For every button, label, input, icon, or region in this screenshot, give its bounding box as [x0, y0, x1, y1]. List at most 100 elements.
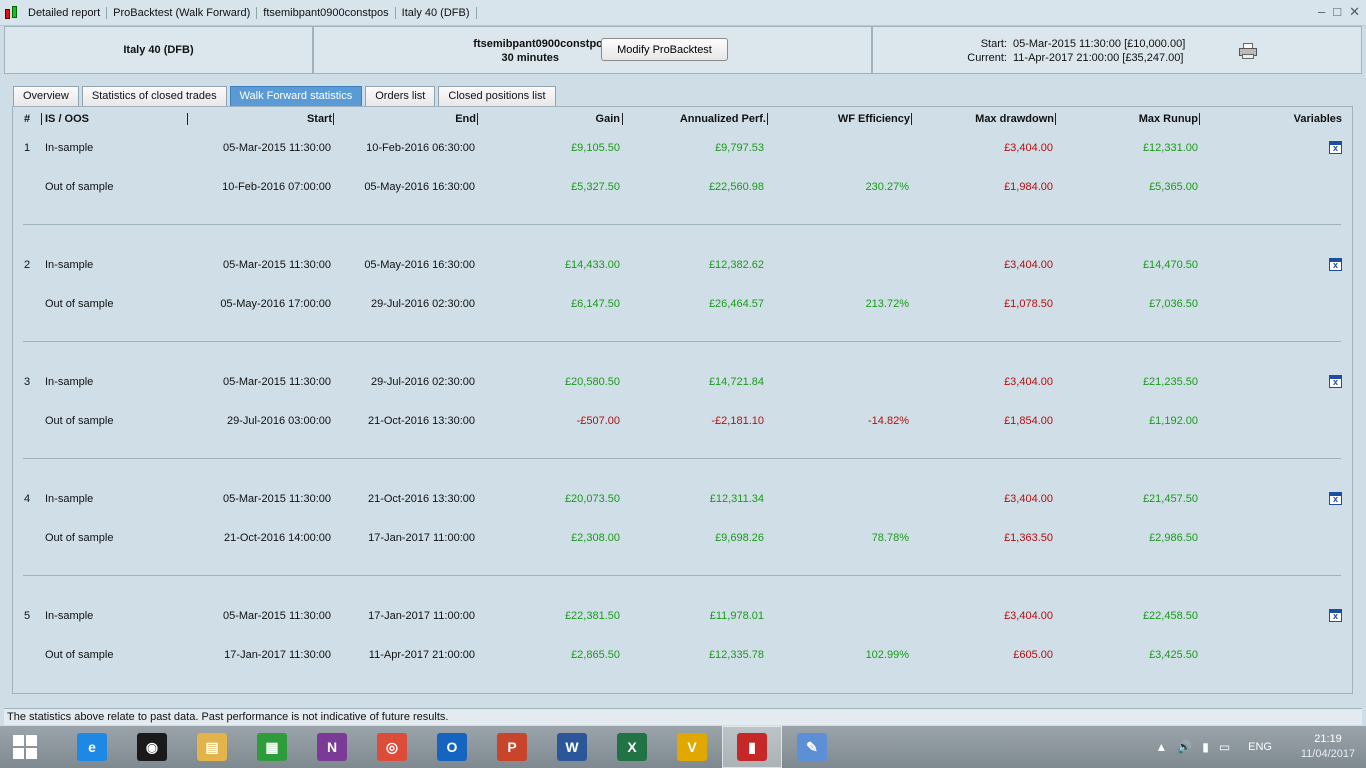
strategy-name: ftsemibpant0900constpos: [473, 38, 609, 50]
file-explorer-icon: ▤: [197, 733, 227, 761]
export-variables-icon[interactable]: [1329, 258, 1342, 271]
row-max-runup: £21,457.50: [1142, 493, 1198, 505]
col-separator[interactable]: [477, 113, 478, 125]
row-gain: £22,381.50: [564, 610, 620, 622]
tab-orders-list[interactable]: Orders list: [365, 86, 436, 106]
row-annualized: £9,698.26: [715, 532, 764, 544]
row-max-drawdown: £3,404.00: [1004, 142, 1053, 154]
row-gain: £2,865.50: [571, 649, 620, 661]
export-variables-icon[interactable]: [1329, 375, 1342, 388]
row-max-runup: £22,458.50: [1142, 610, 1198, 622]
export-variables-icon[interactable]: [1329, 609, 1342, 622]
row-end: 29-Jul-2016 02:30:00: [371, 376, 475, 388]
export-variables-icon[interactable]: [1329, 141, 1342, 154]
row-wf-efficiency: 102.99%: [865, 649, 909, 661]
title-bar: Detailed report ProBacktest (Walk Forwar…: [0, 0, 1366, 26]
onenote-icon: N: [317, 733, 347, 761]
taskbar-app-button[interactable]: W: [542, 726, 602, 768]
taskbar-app-button[interactable]: V: [662, 726, 722, 768]
row-start: 05-Mar-2015 11:30:00: [222, 376, 331, 388]
taskbar-app-button[interactable]: ◎: [362, 726, 422, 768]
group-divider: [23, 341, 1341, 342]
row-max-drawdown: £605.00: [1013, 649, 1053, 661]
prorealtime-v-icon: V: [677, 733, 707, 761]
col-separator[interactable]: [1055, 113, 1056, 125]
row-max-drawdown: £1,984.00: [1004, 181, 1053, 193]
row-type: Out of sample: [45, 649, 114, 661]
tab-closed-positions-list[interactable]: Closed positions list: [438, 86, 556, 106]
col-separator[interactable]: [187, 113, 188, 125]
row-type: In-sample: [45, 142, 94, 154]
col-separator[interactable]: [41, 113, 42, 125]
row-type: Out of sample: [45, 415, 114, 427]
prorealtime-chart-icon: ▮: [737, 733, 767, 761]
row-annualized: £9,797.53: [715, 142, 764, 154]
walk-forward-table: # IS / OOS Start End Gain Annualized Per…: [12, 106, 1353, 694]
row-type: In-sample: [45, 610, 94, 622]
col-separator[interactable]: [767, 113, 768, 125]
row-gain: £20,073.50: [564, 493, 620, 505]
row-annualized: £11,978.01: [709, 610, 764, 622]
row-max-drawdown: £3,404.00: [1004, 610, 1053, 622]
print-icon[interactable]: [1239, 43, 1257, 59]
minimize-button[interactable]: –: [1318, 4, 1325, 20]
taskbar-app-button[interactable]: P: [482, 726, 542, 768]
row-start: 05-Mar-2015 11:30:00: [222, 610, 331, 622]
col-separator[interactable]: [333, 113, 334, 125]
tab-statistics-closed-trades[interactable]: Statistics of closed trades: [81, 86, 227, 106]
taskbar-app-button[interactable]: ▮: [722, 726, 782, 768]
show-hidden-icons-icon[interactable]: ▲: [1155, 740, 1167, 754]
battery-icon[interactable]: ▭: [1219, 740, 1230, 754]
col-separator[interactable]: [1199, 113, 1200, 125]
instrument-box: Italy 40 (DFB): [4, 26, 313, 74]
taskbar-apps: e ◉ ▤ ▦ N ◎ O P W X V ▮ ✎: [62, 726, 842, 768]
store-icon: ▦: [257, 733, 287, 761]
row-max-runup: £14,470.50: [1142, 259, 1198, 271]
clock[interactable]: 21:19 11/04/2017: [1298, 732, 1358, 762]
row-type: In-sample: [45, 493, 94, 505]
row-number: 4: [24, 493, 31, 505]
input-language[interactable]: ENG: [1248, 741, 1272, 753]
taskbar-app-button[interactable]: ▦: [242, 726, 302, 768]
taskbar-app-button[interactable]: ✎: [782, 726, 842, 768]
taskbar-app-button[interactable]: N: [302, 726, 362, 768]
row-type: In-sample: [45, 376, 94, 388]
tab-overview[interactable]: Overview: [13, 86, 79, 106]
taskbar-app-button[interactable]: e: [62, 726, 122, 768]
row-annualized: £12,311.34: [709, 493, 764, 505]
report-tabs: Overview Statistics of closed trades Wal…: [13, 86, 559, 106]
row-max-runup: £12,331.00: [1142, 142, 1198, 154]
close-button[interactable]: ✕: [1349, 4, 1360, 20]
row-max-runup: £1,192.00: [1149, 415, 1198, 427]
disclaimer-bar: The statistics above relate to past data…: [4, 708, 1362, 725]
taskbar-app-button[interactable]: O: [422, 726, 482, 768]
network-icon[interactable]: ▮: [1202, 740, 1209, 754]
col-header-variables: Variables: [1293, 113, 1342, 125]
row-type: In-sample: [45, 259, 94, 271]
taskbar-app-button[interactable]: ◉: [122, 726, 182, 768]
col-header-type: IS / OOS: [45, 113, 90, 125]
row-gain: £14,433.00: [564, 259, 620, 271]
row-max-runup: £2,986.50: [1149, 532, 1198, 544]
modify-probacktest-button[interactable]: Modify ProBacktest: [601, 38, 728, 61]
col-header-wf-efficiency: WF Efficiency: [837, 113, 910, 125]
start-button[interactable]: [0, 726, 50, 768]
col-separator[interactable]: [911, 113, 912, 125]
col-separator[interactable]: [622, 113, 623, 125]
row-gain: £20,580.50: [564, 376, 620, 388]
maximize-button[interactable]: □: [1333, 4, 1341, 20]
row-max-drawdown: £1,363.50: [1004, 532, 1053, 544]
export-variables-icon[interactable]: [1329, 492, 1342, 505]
row-gain: £2,308.00: [571, 532, 620, 544]
instrument-name: Italy 40 (DFB): [123, 44, 194, 56]
strategy-timeframe: 30 minutes: [501, 52, 559, 64]
tab-walk-forward-statistics[interactable]: Walk Forward statistics: [229, 86, 363, 106]
row-start: 10-Feb-2016 07:00:00: [222, 181, 331, 193]
volume-icon[interactable]: 🔊: [1177, 740, 1192, 754]
row-gain: -£507.00: [576, 415, 620, 427]
capital-box: Start: 05-Mar-2015 11:30:00 [£10,000.00] …: [872, 26, 1362, 74]
taskbar-app-button[interactable]: ▤: [182, 726, 242, 768]
row-max-drawdown: £3,404.00: [1004, 259, 1053, 271]
current-row: Current: 11-Apr-2017 21:00:00 [£35,247.00…: [963, 52, 1183, 64]
taskbar-app-button[interactable]: X: [602, 726, 662, 768]
